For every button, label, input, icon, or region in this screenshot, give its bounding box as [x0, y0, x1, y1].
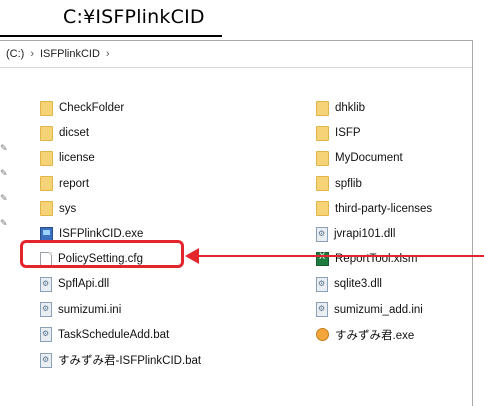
breadcrumb-drive[interactable]: (C:)	[6, 48, 24, 60]
item-label: TaskScheduleAdd.bat	[58, 328, 170, 341]
page-title: C:¥ISFPlinkCID	[63, 6, 205, 28]
settings-file-icon	[316, 226, 328, 242]
file-item[interactable]: すみずみ君-ISFPlinkCID.bat	[40, 350, 201, 370]
item-label: ISFP	[335, 127, 361, 140]
pin-icon: ✎	[0, 144, 8, 154]
folder-icon	[40, 125, 53, 141]
file-item[interactable]: jvrapi101.dll	[316, 224, 395, 244]
folder-icon	[316, 100, 329, 116]
item-label: license	[59, 152, 95, 165]
folder-item[interactable]: license	[40, 148, 95, 168]
item-label: すみずみ君-ISFPlinkCID.bat	[58, 355, 202, 367]
exe-icon	[40, 227, 53, 241]
item-label: sys	[59, 202, 77, 215]
folder-item[interactable]: ISFP	[316, 123, 361, 143]
folder-item[interactable]: MyDocument	[316, 148, 403, 168]
folder-icon	[316, 176, 329, 192]
file-item[interactable]: ReportTool.xlsm	[316, 249, 417, 269]
file-item[interactable]: TaskScheduleAdd.bat	[40, 325, 169, 345]
file-item[interactable]: すみずみ君.exe	[316, 325, 414, 345]
item-label: third-party-licenses	[335, 202, 433, 215]
folder-icon	[40, 201, 53, 217]
item-label: MyDocument	[335, 152, 403, 165]
settings-file-icon	[40, 302, 52, 318]
file-item[interactable]: SpflApi.dll	[40, 274, 109, 294]
arrow-line	[198, 255, 484, 257]
file-item[interactable]: sumizumi_add.ini	[316, 300, 423, 320]
title-underline	[0, 35, 222, 37]
folder-item[interactable]: third-party-licenses	[316, 199, 432, 219]
item-label: sqlite3.dll	[334, 278, 382, 291]
pin-icon: ✎	[0, 169, 8, 179]
file-item[interactable]: sqlite3.dll	[316, 274, 382, 294]
folder-item[interactable]: dhklib	[316, 98, 365, 118]
item-label: sumizumi.ini	[58, 303, 122, 316]
item-label: sumizumi_add.ini	[334, 303, 423, 316]
breadcrumb-separator: ›	[105, 48, 110, 60]
address-bar[interactable]: (C:) › ISFPlinkCID ›	[0, 41, 472, 68]
settings-file-icon	[40, 352, 52, 368]
folder-icon	[40, 176, 53, 192]
folder-icon	[316, 150, 329, 166]
highlight-box	[20, 240, 184, 268]
item-label: spflib	[335, 177, 362, 190]
explorer-window: (C:) › ISFPlinkCID › ✎ ✎ ✎ ✎ CheckFolder…	[0, 40, 473, 406]
folder-item[interactable]: spflib	[316, 174, 362, 194]
item-label: dhklib	[335, 102, 366, 114]
app-icon	[316, 328, 329, 342]
item-label: report	[59, 177, 90, 190]
folder-icon	[316, 125, 329, 141]
item-label: SpflApi.dll	[58, 278, 110, 291]
folder-icon	[316, 201, 329, 217]
settings-file-icon	[316, 276, 328, 292]
settings-file-icon	[40, 327, 52, 343]
settings-file-icon	[316, 302, 328, 318]
breadcrumb-separator: ›	[30, 48, 34, 60]
pin-icon: ✎	[0, 219, 8, 229]
file-item[interactable]: sumizumi.ini	[40, 300, 121, 320]
folder-item[interactable]: sys	[40, 199, 76, 219]
item-label: CheckFolder	[59, 102, 125, 114]
folder-item[interactable]: CheckFolder	[40, 98, 124, 118]
folder-icon	[40, 150, 53, 166]
item-label: すみずみ君.exe	[335, 329, 415, 342]
breadcrumb-folder[interactable]: ISFPlinkCID	[40, 48, 100, 60]
settings-file-icon	[40, 276, 52, 292]
folder-item[interactable]: report	[40, 174, 89, 194]
arrow-head-icon	[185, 248, 199, 264]
item-label: ISFPlinkCID.exe	[59, 228, 144, 240]
pin-icon: ✎	[0, 194, 8, 204]
item-label: jvrapi101.dll	[334, 228, 396, 240]
item-label: dicset	[59, 127, 90, 140]
folder-item[interactable]: dicset	[40, 123, 89, 143]
folder-icon	[40, 100, 53, 116]
